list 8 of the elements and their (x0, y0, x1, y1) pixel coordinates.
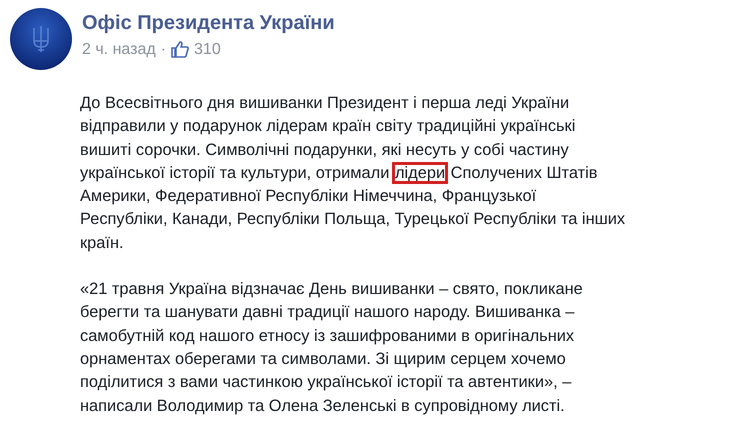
like-count: 310 (194, 40, 221, 58)
trident-icon (32, 25, 50, 53)
post-time: 2 ч. назад (82, 40, 156, 58)
thumbs-up-icon (171, 41, 190, 58)
post-paragraph: До Всесвітнього дня вишиванки Президент і перша леді України відправили у подарунок лідерам країн світу традиційні українські вишиті сорочки. Символічні подарунки, які несуть у собі частину української історії та культури, отримали лідери Сполучених Штатів Америки, Федеративної Республіки Німеччина, Французької Республіки, Канади, Республіки Польща, Турецької Республіки та інших країн. (80, 93, 626, 254)
separator-dot: · (160, 40, 166, 58)
page-name-link[interactable]: Офіс Президента України (82, 12, 335, 34)
post-paragraph: «21 травня Україна відзначає День вишиванки – свято, покликане берегти та шанувати давні традиції нашого народу. Вишиванка – самобутній код нашого етносу із зашифрованими в оригінальних орнаментах оберегами та символами. Зі щирим серцем хочемо поділитися з вами частинкою української історії та автентики», – написали Володимир та Олена Зеленські в супровідному листі. (80, 279, 584, 417)
